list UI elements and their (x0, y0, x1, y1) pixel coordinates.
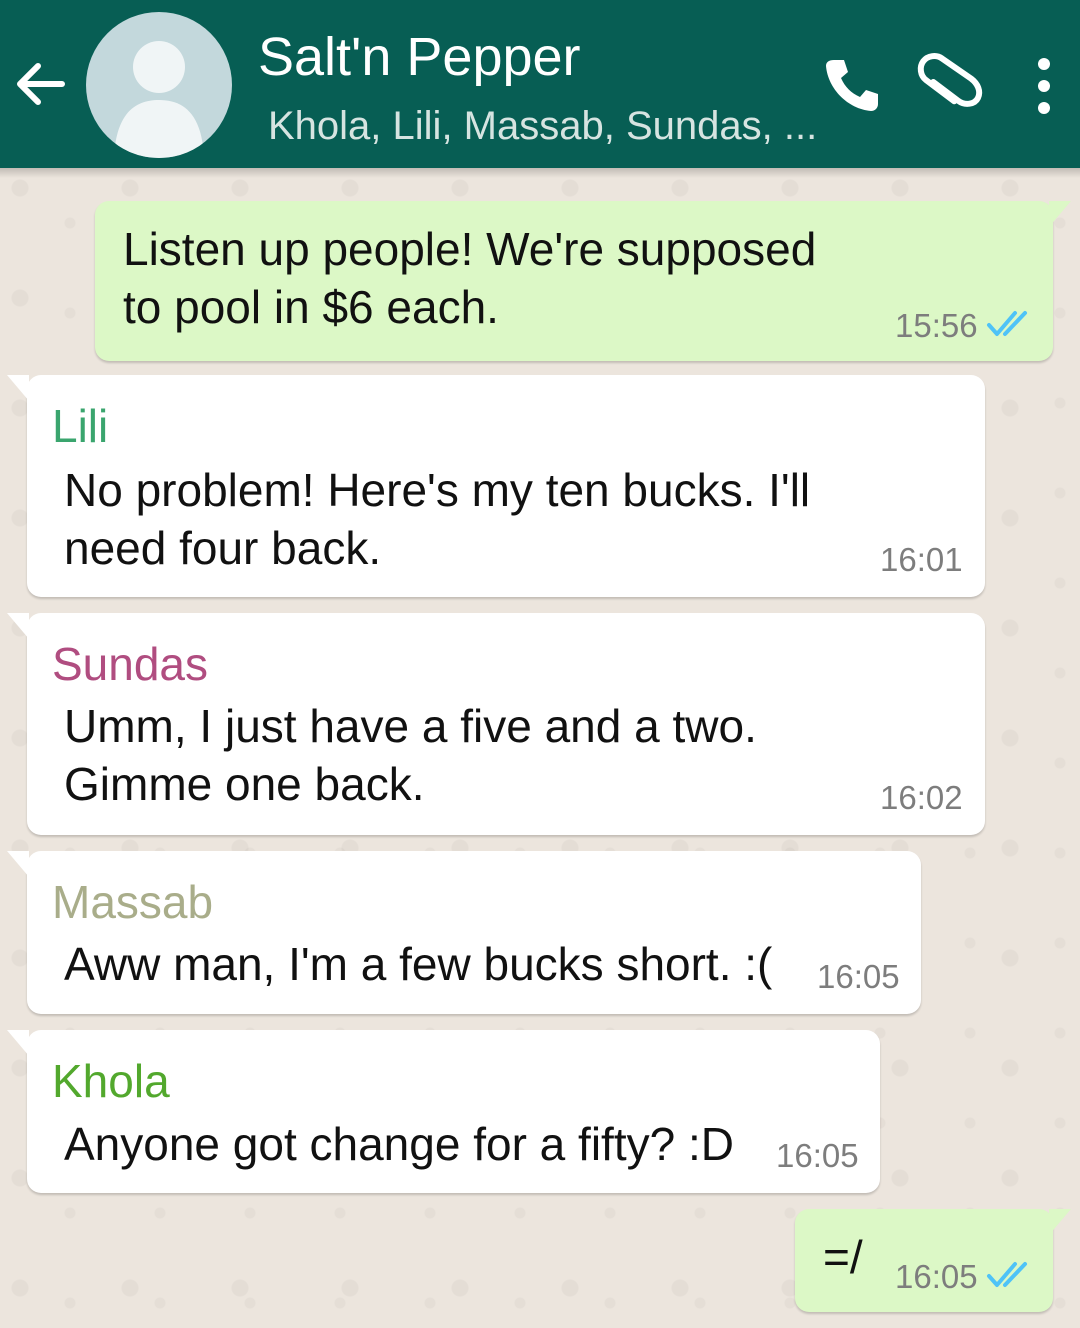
message-timestamp: 16:05 (895, 1258, 978, 1295)
paperclip-icon[interactable] (912, 50, 984, 122)
sender-name[interactable]: Sundas (52, 637, 208, 691)
bubble-tail (7, 375, 29, 401)
message-text: to pool in $6 each. (123, 281, 499, 333)
message-timestamp: 16:02 (880, 779, 963, 816)
phone-icon[interactable] (820, 54, 882, 116)
bubble-tail (7, 851, 29, 877)
bubble-tail (1049, 1209, 1071, 1235)
chat-header: Salt'n Pepper Khola, Lili, Massab, Sunda… (0, 0, 1080, 168)
read-receipt-icon (987, 1262, 1027, 1287)
message-bubble-incoming[interactable]: Khola Anyone got change for a fifty? :D … (7, 1030, 880, 1193)
message-text: No problem! Here's my ten bucks. I'll (64, 464, 811, 516)
sender-name[interactable]: Lili (52, 399, 108, 453)
header-shadow (0, 168, 1080, 178)
message-bubble-incoming[interactable]: Massab Aww man, I'm a few bucks short. :… (7, 851, 921, 1014)
message-timestamp: 16:05 (776, 1137, 859, 1174)
message-text: Gimme one back. (64, 758, 425, 810)
group-members[interactable]: Khola, Lili, Massab, Sundas, ... (268, 104, 817, 149)
message-text: Anyone got change for a fifty? :D (64, 1118, 734, 1170)
more-options-icon[interactable] (1022, 56, 1066, 116)
message-bubble-incoming[interactable]: Sundas Umm, I just have a five and a two… (7, 613, 985, 835)
message-text: =/ (823, 1231, 863, 1283)
message-text: Listen up people! We're supposed (123, 223, 817, 275)
sender-name[interactable]: Khola (52, 1054, 170, 1108)
sender-name[interactable]: Massab (52, 875, 213, 929)
back-arrow-icon[interactable] (12, 56, 68, 112)
message-timestamp: 16:01 (880, 541, 963, 578)
message-bubble-outgoing[interactable]: Listen up people! We're supposed to pool… (95, 201, 1071, 361)
bubble-tail (7, 1030, 29, 1056)
group-avatar[interactable] (86, 12, 232, 158)
message-bubble-incoming[interactable]: Lili No problem! Here's my ten bucks. I'… (7, 375, 985, 597)
message-bubble-outgoing[interactable]: =/ 16:05 (795, 1209, 1071, 1312)
group-title[interactable]: Salt'n Pepper (258, 26, 581, 88)
message-timestamp: 15:56 (895, 307, 978, 344)
read-receipt-icon (987, 311, 1027, 336)
message-text: Umm, I just have a five and a two. (64, 700, 757, 752)
message-timestamp: 16:05 (817, 958, 900, 995)
bubble-tail (1049, 201, 1071, 227)
message-text: need four back. (64, 522, 382, 574)
person-silhouette-icon (114, 41, 204, 158)
message-text: Aww man, I'm a few bucks short. :( (64, 938, 773, 990)
bubble-tail (7, 613, 29, 639)
